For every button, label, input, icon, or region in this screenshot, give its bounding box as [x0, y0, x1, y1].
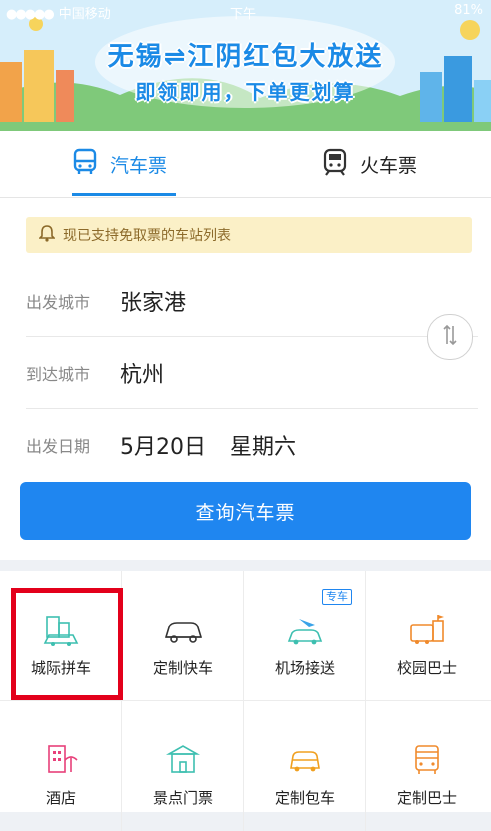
- airport-transfer-icon: [287, 619, 323, 645]
- service-label: 定制巴士: [396, 789, 457, 807]
- signal-icon: ●●●●●: [6, 7, 55, 22]
- train-icon: [322, 148, 348, 180]
- charter-car-icon: [290, 751, 320, 772]
- service-campus-bus[interactable]: 校园巴士: [366, 571, 491, 701]
- departure-city-label: 出发城市: [26, 293, 91, 312]
- banner-title: 无锡⇌江阴红包大放送: [107, 42, 384, 72]
- tab-train-tickets[interactable]: 火车票: [322, 131, 417, 197]
- battery-level: 81%: [454, 3, 483, 18]
- status-bar: ●●●●● 中国移动 下午 81%: [0, 0, 491, 22]
- campus-bus-icon: [410, 615, 444, 644]
- departure-city-value[interactable]: 张家港: [120, 285, 186, 317]
- active-tab-indicator: [72, 193, 176, 196]
- search-bus-tickets-button[interactable]: 查询汽车票: [20, 482, 471, 540]
- carrier-name: 中国移动: [58, 7, 111, 22]
- service-custom-express[interactable]: 定制快车: [122, 571, 244, 701]
- service-label: 定制包车: [274, 789, 335, 807]
- ticket-search-card: 汽车票 火车票 现已支持免取票的车站列表 出发城市 张家港 到达城市 杭州 出发…: [0, 131, 491, 560]
- arrival-city-label: 到达城市: [26, 365, 91, 384]
- highlight-box: [11, 588, 123, 700]
- banner-subtitle: 即领即用，下单更划算: [135, 80, 356, 104]
- arrival-city-row[interactable]: 到达城市 杭州: [26, 337, 478, 409]
- bus-icon: [72, 148, 98, 180]
- status-time: 下午: [230, 7, 257, 22]
- attraction-ticket-icon: [165, 745, 201, 773]
- service-label: 定制快车: [152, 659, 213, 677]
- notice-banner[interactable]: 现已支持免取票的车站列表: [26, 217, 472, 253]
- departure-city-row[interactable]: 出发城市 张家港: [26, 265, 478, 337]
- tab-train-label: 火车票: [360, 154, 418, 177]
- departure-date-value[interactable]: 5月20日: [120, 429, 206, 461]
- custom-car-icon: [164, 622, 203, 643]
- hotel-icon: [48, 745, 78, 773]
- notice-text: 现已支持免取票的车站列表: [63, 228, 231, 244]
- service-airport-transfer[interactable]: 专车 机场接送: [244, 571, 366, 701]
- departure-weekday: 星期六: [230, 435, 297, 460]
- bell-icon: [26, 224, 56, 246]
- promo-banner[interactable]: ●●●●● 中国移动 下午 81% 无锡⇌江阴红包大放送 即领即用，下单更划算: [0, 0, 491, 131]
- departure-date-label: 出发日期: [26, 437, 91, 456]
- service-label: 机场接送: [274, 659, 335, 677]
- swap-icon: [442, 323, 458, 351]
- departure-date-row[interactable]: 出发日期 5月20日 星期六: [26, 409, 478, 481]
- tab-bus-tickets[interactable]: 汽车票: [72, 131, 167, 197]
- service-label: 酒店: [45, 789, 76, 807]
- special-car-tag: 专车: [322, 589, 352, 605]
- service-label: 校园巴士: [396, 659, 457, 677]
- swap-cities-button[interactable]: [427, 314, 473, 360]
- tab-bus-label: 汽车票: [110, 154, 168, 177]
- custom-bus-icon: [415, 745, 439, 774]
- arrival-city-value[interactable]: 杭州: [120, 357, 164, 389]
- service-label: 景点门票: [152, 789, 213, 807]
- ticket-type-tabs: 汽车票 火车票: [0, 131, 491, 198]
